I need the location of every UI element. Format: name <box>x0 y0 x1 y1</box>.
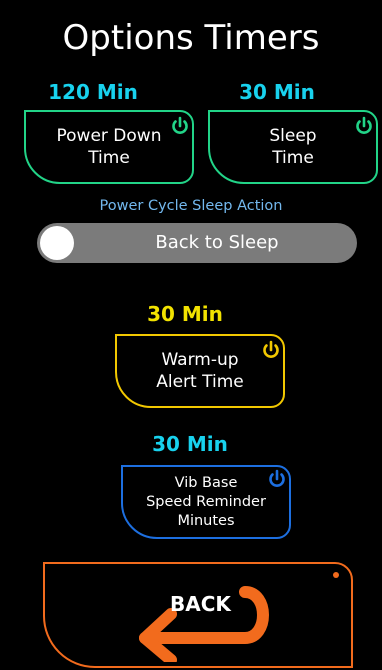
power-down-time-button[interactable]: Power Down Time <box>24 110 194 184</box>
power-cycle-caption: Power Cycle Sleep Action <box>99 198 283 214</box>
page-title: Options Timers <box>62 18 320 58</box>
sleep-value: 30 Min <box>239 80 315 104</box>
warmup-label: Warm-up Alert Time <box>156 350 244 392</box>
warmup-alert-time-button[interactable]: Warm-up Alert Time <box>115 334 285 408</box>
power-icon <box>269 469 285 487</box>
power-down-value: 120 Min <box>48 80 138 104</box>
toggle-label: Back to Sleep <box>155 232 279 253</box>
vib-base-label: Vib Base Speed Reminder Minutes <box>146 474 266 529</box>
power-cycle-toggle[interactable]: Back to Sleep <box>37 223 357 263</box>
power-icon <box>263 340 279 358</box>
back-button[interactable]: BACK <box>43 562 353 668</box>
corner-dot <box>333 572 339 578</box>
back-label: BACK <box>170 592 231 616</box>
power-icon <box>356 116 372 134</box>
vib-base-value: 30 Min <box>152 432 228 456</box>
vib-base-speed-reminder-button[interactable]: Vib Base Speed Reminder Minutes <box>121 465 291 539</box>
sleep-time-button[interactable]: Sleep Time <box>208 110 378 184</box>
warmup-value: 30 Min <box>147 302 223 326</box>
sleep-label: Sleep Time <box>269 126 317 168</box>
toggle-knob[interactable] <box>40 226 74 260</box>
power-down-label: Power Down Time <box>56 126 162 168</box>
power-icon <box>172 116 188 134</box>
